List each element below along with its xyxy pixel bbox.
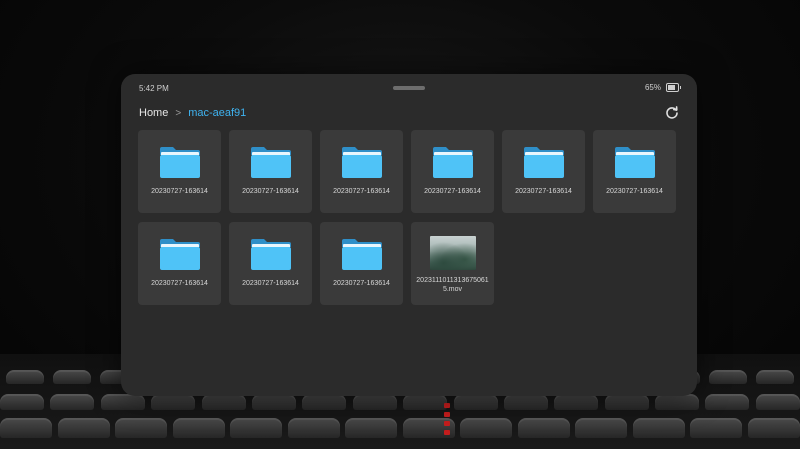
file-name: 20230727-163614	[333, 188, 390, 195]
video-thumbnail	[429, 236, 476, 270]
folder-icon	[614, 147, 655, 178]
folder-tile[interactable]: 20230727-163614	[229, 222, 312, 305]
aisle-light	[444, 430, 450, 435]
file-name: 20230727-163614	[242, 280, 299, 287]
file-name: 20230727-163614	[151, 280, 208, 287]
file-name: 20230727-163614	[424, 188, 481, 195]
breadcrumb-home[interactable]: Home	[139, 107, 168, 119]
folder-tile[interactable]: 20230727-163614	[320, 130, 403, 213]
battery-percent: 65%	[644, 83, 661, 92]
folder-icon	[523, 147, 564, 178]
folder-tile[interactable]: 20230727-163614	[593, 130, 676, 213]
battery-icon	[666, 83, 681, 92]
file-name: 20230727-163614	[333, 280, 390, 287]
breadcrumb-current[interactable]: mac-aeaf91	[188, 107, 246, 119]
seat-row	[0, 418, 800, 438]
folder-icon	[250, 239, 291, 270]
file-name: 20231110113136750615.mov	[416, 277, 489, 293]
file-name: 20230727-163614	[606, 188, 663, 195]
refresh-icon[interactable]	[665, 106, 679, 120]
folder-icon	[159, 147, 200, 178]
folder-icon	[250, 147, 291, 178]
file-name: 20230727-163614	[515, 188, 572, 195]
status-time: 5:42 PM	[139, 84, 169, 93]
file-name: 20230727-163614	[151, 188, 208, 195]
aisle-light	[444, 421, 450, 426]
breadcrumb-separator: >	[175, 107, 182, 119]
folder-icon	[432, 147, 473, 178]
folder-tile[interactable]: 20230727-163614	[138, 222, 221, 305]
breadcrumb: Home > mac-aeaf91	[139, 107, 246, 119]
aisle-light	[444, 412, 450, 417]
folder-icon	[341, 147, 382, 178]
status-battery: 65%	[644, 83, 681, 92]
file-grid: 20230727-163614 20230727-163614 20230727-1…	[138, 130, 676, 305]
seat-row	[0, 394, 800, 410]
folder-tile[interactable]: 20230727-163614	[138, 130, 221, 213]
folder-tile[interactable]: 20230727-163614	[229, 130, 312, 213]
folder-tile[interactable]: 20230727-163614	[502, 130, 585, 213]
folder-tile[interactable]: 20230727-163614	[411, 130, 494, 213]
aisle-light	[444, 403, 450, 408]
video-tile[interactable]: 20231110113136750615.mov	[411, 222, 494, 305]
folder-tile[interactable]: 20230727-163614	[320, 222, 403, 305]
drag-handle[interactable]	[393, 86, 425, 90]
file-name: 20230727-163614	[242, 188, 299, 195]
folder-icon	[341, 239, 382, 270]
folder-icon	[159, 239, 200, 270]
file-browser-panel: 5:42 PM 65% Home > mac-aeaf91 20230727-1…	[121, 74, 697, 396]
